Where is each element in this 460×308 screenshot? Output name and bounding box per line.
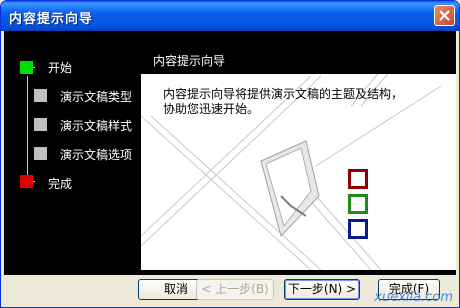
step-label-finish: 完成	[48, 177, 73, 191]
next-button[interactable]: 下一步(N) >	[284, 279, 360, 300]
red-square-icon	[348, 169, 368, 189]
content-pane: 内容提示向导 内容提示向导将提供演示文稿的主题及结构，协助您迅速开始。	[141, 46, 456, 270]
wizard-body: 开始 演示文稿类型 演示文稿样式 演示文稿选项 完成 内容提示向导 内容提示向导…	[4, 31, 456, 275]
pane-title: 内容提示向导	[153, 54, 226, 68]
step-marker-options	[34, 147, 47, 160]
green-square-icon	[348, 194, 368, 214]
step-label-style: 演示文稿样式	[60, 119, 133, 133]
close-button[interactable]	[434, 5, 455, 26]
back-button[interactable]: < 上一步(B)	[196, 279, 274, 300]
pane-description: 内容提示向导将提供演示文稿的主题及结构，协助您迅速开始。	[163, 87, 404, 116]
step-marker-start	[20, 61, 33, 74]
step-marker-type	[34, 89, 47, 102]
step-marker-finish	[20, 175, 33, 188]
window-title: 内容提示向导	[9, 12, 94, 27]
step-list: 开始 演示文稿类型 演示文稿样式 演示文稿选项 完成	[4, 31, 144, 275]
step-connector	[27, 76, 28, 176]
close-icon	[439, 10, 450, 21]
wizard-window: 内容提示向导 开始 演示文稿类型 演示文稿样式 演示文稿选项 完成 内容提示向导…	[0, 0, 460, 308]
step-marker-style	[34, 118, 47, 131]
watermark: xuexila.com	[374, 290, 453, 305]
pane-header: 内容提示向导	[141, 46, 456, 74]
decorative-graphic	[141, 46, 442, 270]
step-label-start: 开始	[48, 61, 73, 75]
step-label-type: 演示文稿类型	[60, 90, 133, 104]
blue-square-icon	[348, 219, 368, 239]
title-bar[interactable]: 内容提示向导	[1, 1, 459, 31]
step-label-options: 演示文稿选项	[60, 148, 133, 162]
